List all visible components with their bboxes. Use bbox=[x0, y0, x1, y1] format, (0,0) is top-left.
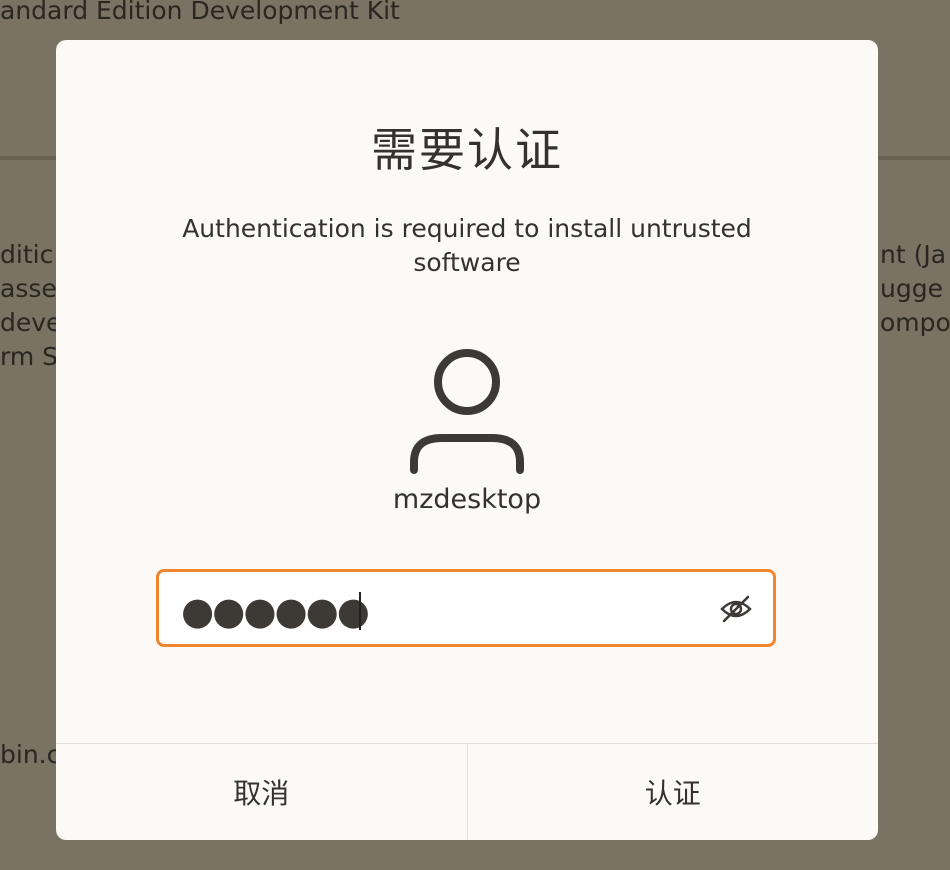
background-text-bin: bin.c bbox=[0, 740, 61, 769]
dialog-button-bar: 取消 认证 bbox=[56, 743, 878, 840]
authentication-dialog: 需要认证 Authentication is required to insta… bbox=[56, 40, 878, 840]
password-input[interactable]: ●●●●●● bbox=[156, 569, 776, 647]
cancel-button[interactable]: 取消 bbox=[56, 744, 467, 840]
background-window-title: andard Edition Development Kit bbox=[0, 0, 400, 25]
username-label: mzdesktop bbox=[392, 484, 542, 515]
dialog-message: Authentication is required to install un… bbox=[182, 214, 752, 277]
background-divider-left bbox=[0, 156, 60, 160]
background-text-line: ompo bbox=[880, 308, 950, 337]
background-text-line: ugge bbox=[880, 274, 943, 303]
background-text-line: ditic bbox=[0, 240, 54, 269]
background-text-line: nt (Ja bbox=[880, 240, 947, 269]
background-text-right: nt (Ja ugge ompo bbox=[880, 238, 950, 340]
eye-hidden-icon[interactable] bbox=[719, 594, 753, 624]
authenticate-button[interactable]: 认证 bbox=[466, 744, 879, 840]
background-text-line: asse bbox=[0, 274, 57, 303]
dialog-title: 需要认证 bbox=[371, 123, 563, 177]
user-icon bbox=[410, 349, 524, 474]
password-masked-value: ●●●●●● bbox=[181, 589, 370, 633]
background-text-line: deve bbox=[0, 308, 62, 337]
background-text-line: rm S bbox=[0, 342, 59, 371]
text-caret bbox=[359, 592, 361, 630]
background-divider-right bbox=[878, 156, 950, 160]
background-text-left: ditic asse deve rm S bbox=[0, 238, 61, 374]
